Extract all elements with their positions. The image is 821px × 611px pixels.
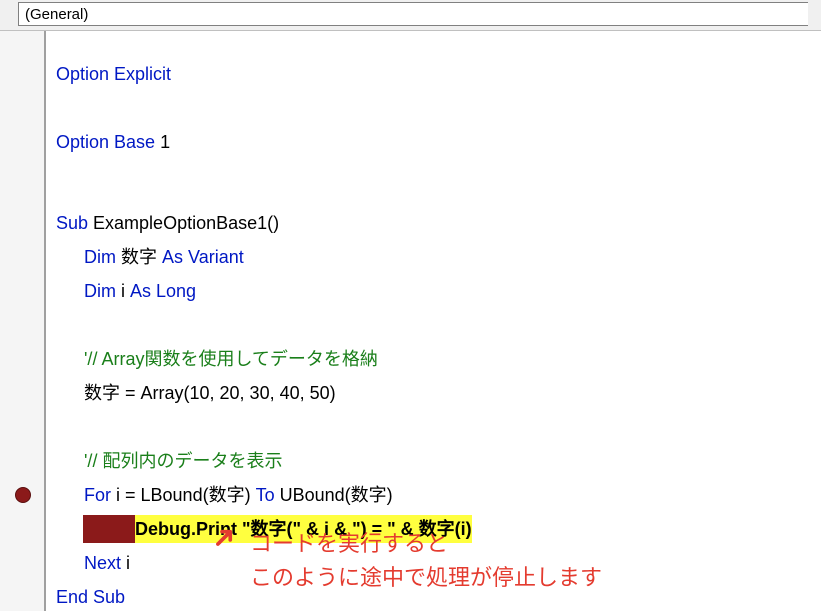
code-token: End Sub bbox=[56, 588, 125, 606]
code-token: Next bbox=[84, 554, 121, 572]
code-line: For i = LBound(数字) To UBound(数字) bbox=[56, 478, 821, 512]
code-token: Option Base bbox=[56, 133, 155, 151]
code-token: Dim bbox=[84, 282, 116, 300]
code-line: Option Base 1 bbox=[56, 125, 821, 159]
indicator-margin[interactable] bbox=[0, 31, 46, 611]
code-blank-line bbox=[56, 308, 821, 342]
code-token: Dim bbox=[84, 248, 116, 266]
code-token: For bbox=[84, 486, 111, 504]
code-comment: '// 配列内のデータを表示 bbox=[84, 452, 282, 470]
code-token: i bbox=[116, 282, 130, 300]
code-token: i bbox=[121, 554, 130, 572]
code-line: Dim 数字 As Variant bbox=[56, 240, 821, 274]
code-line: Option Explicit bbox=[56, 57, 821, 91]
code-token: i = LBound(数字) bbox=[111, 486, 256, 504]
code-line: '// 配列内のデータを表示 bbox=[56, 444, 821, 478]
proc-separator bbox=[56, 165, 821, 166]
code-line: '// Array関数を使用してデータを格納 bbox=[56, 342, 821, 376]
code-comment: '// Array関数を使用してデータを格納 bbox=[84, 350, 378, 368]
code-editor: Option Explicit Option Base 1 Sub Exampl… bbox=[0, 30, 821, 611]
code-pane[interactable]: Option Explicit Option Base 1 Sub Exampl… bbox=[46, 31, 821, 611]
code-line: 数字 = Array(10, 20, 30, 40, 50) bbox=[56, 376, 821, 410]
code-token: As Long bbox=[130, 282, 196, 300]
code-token: 数字 = Array(10, 20, 30, 40, 50) bbox=[84, 384, 336, 402]
annotation-line: コードを実行すると bbox=[250, 531, 448, 556]
breakpoint-marker[interactable] bbox=[14, 485, 36, 507]
code-token: ExampleOptionBase1() bbox=[88, 214, 279, 232]
object-dropdown[interactable]: (General) bbox=[18, 2, 808, 26]
code-token: Sub bbox=[56, 214, 88, 232]
breakpoint-icon bbox=[15, 487, 31, 503]
code-line: Sub ExampleOptionBase1() bbox=[56, 206, 821, 240]
code-token: UBound(数字) bbox=[275, 486, 393, 504]
breakpoint-highlight bbox=[83, 515, 135, 543]
code-blank-line bbox=[56, 91, 821, 125]
code-token: To bbox=[256, 486, 275, 504]
code-token: 1 bbox=[155, 133, 170, 151]
code-token: 数字 bbox=[116, 248, 162, 266]
code-blank-line bbox=[56, 410, 821, 444]
dropdown-selected-text: (General) bbox=[25, 6, 88, 23]
code-blank-line bbox=[56, 172, 821, 206]
code-token: Option Explicit bbox=[56, 65, 171, 83]
code-token: As Variant bbox=[162, 248, 244, 266]
annotation-text: コードを実行すると このように途中で処理が停止します bbox=[250, 527, 602, 595]
code-line: Dim i As Long bbox=[56, 274, 821, 308]
annotation-line: このように途中で処理が停止します bbox=[250, 565, 602, 590]
